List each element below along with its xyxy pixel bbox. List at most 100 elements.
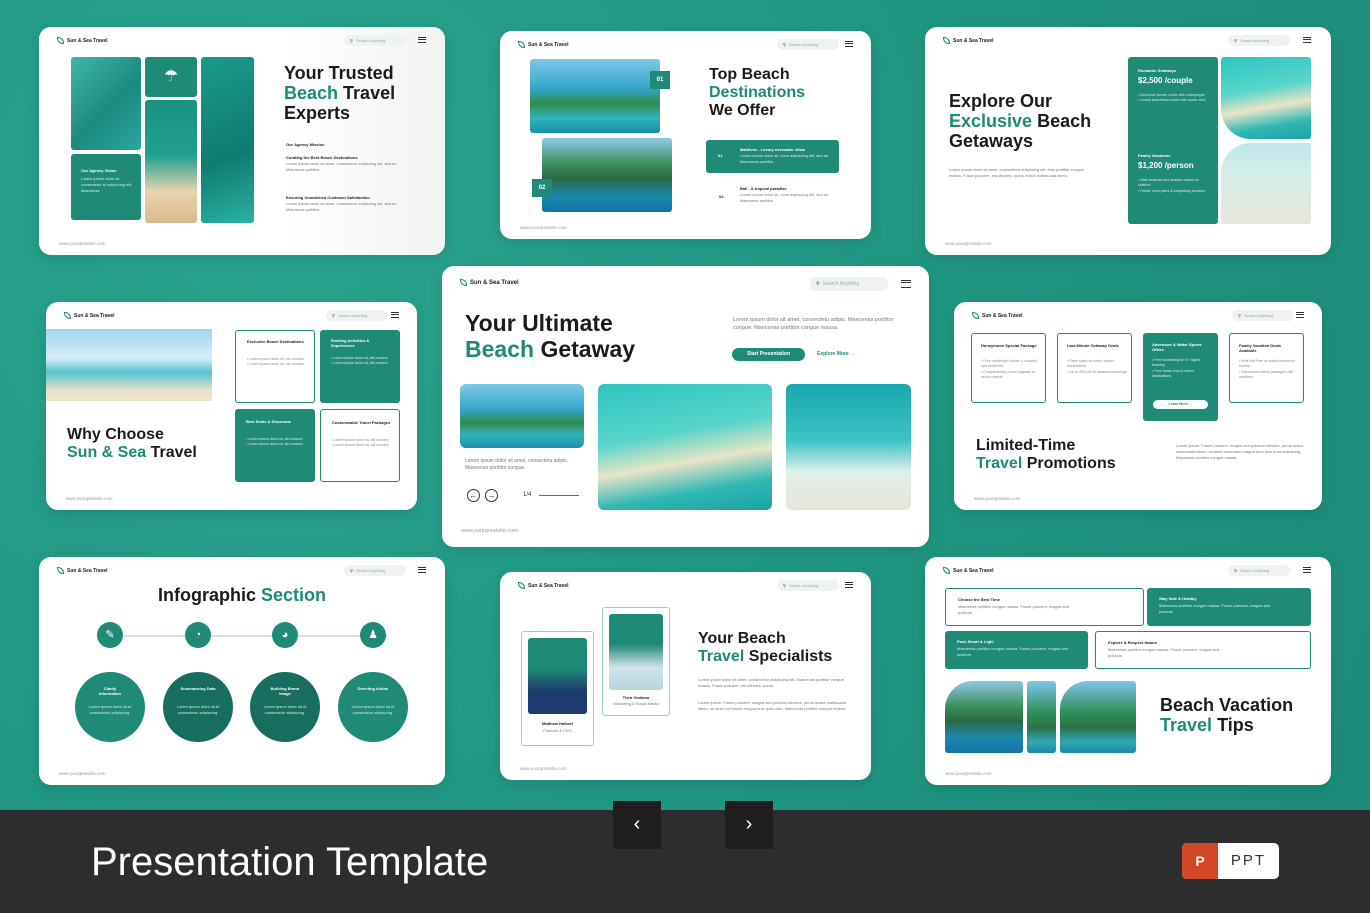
slide-trusted-experts[interactable]: Sun & Sea Travel Search Anything Our Age…	[39, 27, 445, 255]
member-name: Theo Omilano	[622, 695, 650, 700]
tip-card-1: Choose the Best Time Maecenas porttitor …	[945, 588, 1144, 626]
carousel-prev-button[interactable]: ‹	[613, 801, 661, 849]
promo-card-last-minute: Last-Minute Getaway Deals • Flash sales …	[1057, 333, 1132, 403]
search-input[interactable]: Search Anything	[777, 580, 839, 591]
destination-text: Lorem ipsum dolor sit, cons adipiscing e…	[740, 153, 829, 164]
slide-vacation-tips[interactable]: Sun & Sea Travel Search Anything Choose …	[925, 557, 1331, 785]
brand-logo: Sun & Sea Travel	[518, 41, 569, 48]
search-input[interactable]: Search Anything	[1228, 35, 1290, 46]
website-footer: www.yourgreatsite.com	[59, 241, 106, 246]
ocean-photo	[71, 57, 141, 150]
chevron-right-icon: ›	[745, 813, 753, 835]
package-1-title: Romantic Getaways	[1138, 68, 1177, 73]
carousel-next-button[interactable]: ›	[725, 801, 773, 849]
slide-infographic[interactable]: Sun & Sea Travel Search Anything Infogra…	[39, 557, 445, 785]
website-footer: www.yourgreatsite.com	[59, 771, 106, 776]
slide-ultimate-getaway[interactable]: Sun & Sea Travel Search Anything Your Ul…	[442, 266, 929, 547]
menu-icon[interactable]	[1296, 312, 1304, 318]
number-badge-02: 02	[532, 179, 552, 197]
mission-item-1: Curating the Best Beach Destinations	[286, 155, 358, 160]
slide-exclusive-getaways[interactable]: Sun & Sea Travel Search Anything Explore…	[925, 27, 1331, 255]
team-card-2: Theo Omilano Marketing & Social Media	[602, 607, 670, 716]
brand-logo: Sun & Sea Travel	[943, 567, 994, 574]
search-input[interactable]: Search Anything	[1232, 310, 1294, 321]
team-card-1: Matthew Halbert Founder & CEO	[521, 631, 594, 746]
leaf-icon	[972, 312, 979, 319]
island-photo	[460, 384, 584, 448]
step-title: Directing Action	[357, 686, 389, 691]
slide-description: Lorem ipsum dolor sit amet, consectetur …	[949, 167, 1084, 178]
feature-bullets: • Lorem ipsum dolor sit, elit consect • L…	[246, 437, 303, 447]
menu-icon[interactable]	[845, 582, 853, 588]
feature-title: Exclusive Beach Destinations	[247, 339, 304, 344]
brand-logo: Sun & Sea Travel	[460, 279, 519, 286]
arrow-right-icon: →	[850, 351, 856, 357]
slide-top-destinations[interactable]: Sun & Sea Travel Search Anything 01 02 T…	[500, 31, 871, 239]
users-icon: ♟	[360, 622, 386, 648]
beach-umbrellas-photo	[1221, 143, 1311, 224]
coast-photo	[945, 681, 1023, 753]
slide-description: Lorem ipsum dolor sit amet, consectetu a…	[733, 317, 894, 331]
leaf-icon	[518, 41, 525, 48]
menu-icon[interactable]	[845, 41, 853, 47]
slide-why-choose[interactable]: Sun & Sea Travel Search Anything Why Cho…	[46, 302, 417, 510]
tip-text: Maecenas porttitor congue massa. Fusce p…	[957, 646, 1068, 657]
explore-more-link[interactable]: Explore More →	[817, 348, 855, 361]
learn-more-button[interactable]: Learn More →	[1153, 400, 1208, 409]
photo-caption: Lorem ipsum dolor sit amet, consectetu a…	[465, 458, 569, 472]
menu-icon[interactable]	[418, 567, 426, 573]
menu-icon[interactable]	[418, 37, 426, 43]
promo-title: Last-Minute Getaway Deals	[1067, 343, 1119, 348]
menu-icon[interactable]	[391, 312, 399, 318]
promo-title: Family Vacation Deals Available	[1239, 343, 1282, 353]
feature-card-1: Exclusive Beach Destinations • Lorem ips…	[235, 330, 315, 403]
search-input[interactable]: Search Anything	[777, 39, 839, 50]
slide-promotions[interactable]: Sun & Sea Travel Search Anything Honeymo…	[954, 302, 1322, 510]
bali-photo	[542, 138, 672, 212]
brand-logo: Sun & Sea Travel	[57, 37, 108, 44]
step-title: Building Brand Image	[270, 686, 300, 696]
package-card: Romantic Getaways $2,500 /couple • Exclu…	[1128, 57, 1218, 224]
leaf-icon	[460, 279, 467, 286]
ppt-badge: P PPT	[1182, 843, 1279, 879]
package-2-title: Family Vacations	[1138, 153, 1171, 158]
destination-title: Maldives - Luxury overwater villas	[740, 147, 805, 152]
prev-slide-button[interactable]: ←	[467, 489, 480, 502]
feature-card-4: Customizable Travel Packages • Lorem ips…	[320, 409, 400, 482]
website-footer: www.yourgreatsite.com	[520, 766, 567, 771]
menu-icon[interactable]	[1303, 567, 1311, 573]
progress-line	[539, 495, 579, 496]
search-input[interactable]: Search Anything	[810, 277, 888, 291]
member-name: Matthew Halbert	[542, 721, 573, 726]
infographic-step-2: Summarizing Data Lorem ipsum dolor sit e…	[163, 672, 233, 742]
menu-icon[interactable]	[901, 280, 911, 288]
powerpoint-icon: P	[1182, 843, 1218, 879]
website-footer: www.yourgreatsite.com	[974, 496, 1021, 501]
tip-title: Explore & Respect Nature	[1108, 640, 1158, 645]
search-input[interactable]: Search Anything	[344, 35, 406, 46]
slide-specialists[interactable]: Sun & Sea Travel Search Anything Matthew…	[500, 572, 871, 780]
promo-bullets: • Kids Eat Free at select beachfront res…	[1239, 359, 1296, 380]
search-input[interactable]: Search Anything	[344, 565, 406, 576]
leaf-icon	[57, 37, 64, 44]
search-input[interactable]: Search Anything	[326, 310, 388, 321]
tip-card-4: Explore & Respect Nature Maecenas portti…	[1095, 631, 1311, 669]
start-presentation-button[interactable]: Start Presentation	[732, 348, 805, 361]
pie-icon: ◕	[272, 622, 298, 648]
menu-icon[interactable]	[1303, 37, 1311, 43]
tip-title: Choose the Best Time	[958, 597, 1000, 602]
vision-card: Our Agency Vision Lorem ipsum dolor sit,…	[71, 154, 141, 220]
lagoon-resort-photo	[598, 384, 772, 510]
package-1-price: $2,500 /couple	[1138, 76, 1193, 85]
page-indicator: 1/4	[523, 492, 532, 498]
slide-title: Beach Vacation Travel Tips	[1160, 695, 1294, 736]
search-input[interactable]: Search Anything	[1228, 565, 1290, 576]
slide-title: Limited-Time Travel Promotions	[976, 437, 1116, 472]
step-text: Lorem ipsum dolor sit et consectetur adi…	[88, 704, 132, 715]
next-slide-button[interactable]: →	[485, 489, 498, 502]
vision-title: Our Agency Vision	[81, 168, 117, 173]
destination-card-1[interactable]: 01. Maldives - Luxury overwater villas L…	[706, 140, 839, 173]
slide-description: Lorem ipsum. Fusce posuere, magna sed pu…	[1176, 443, 1304, 460]
step-text: Lorem ipsum dolor sit et consectetur adi…	[176, 704, 220, 715]
package-1-bullets: • Exclusive sunset cruise with champagne…	[1138, 93, 1206, 103]
